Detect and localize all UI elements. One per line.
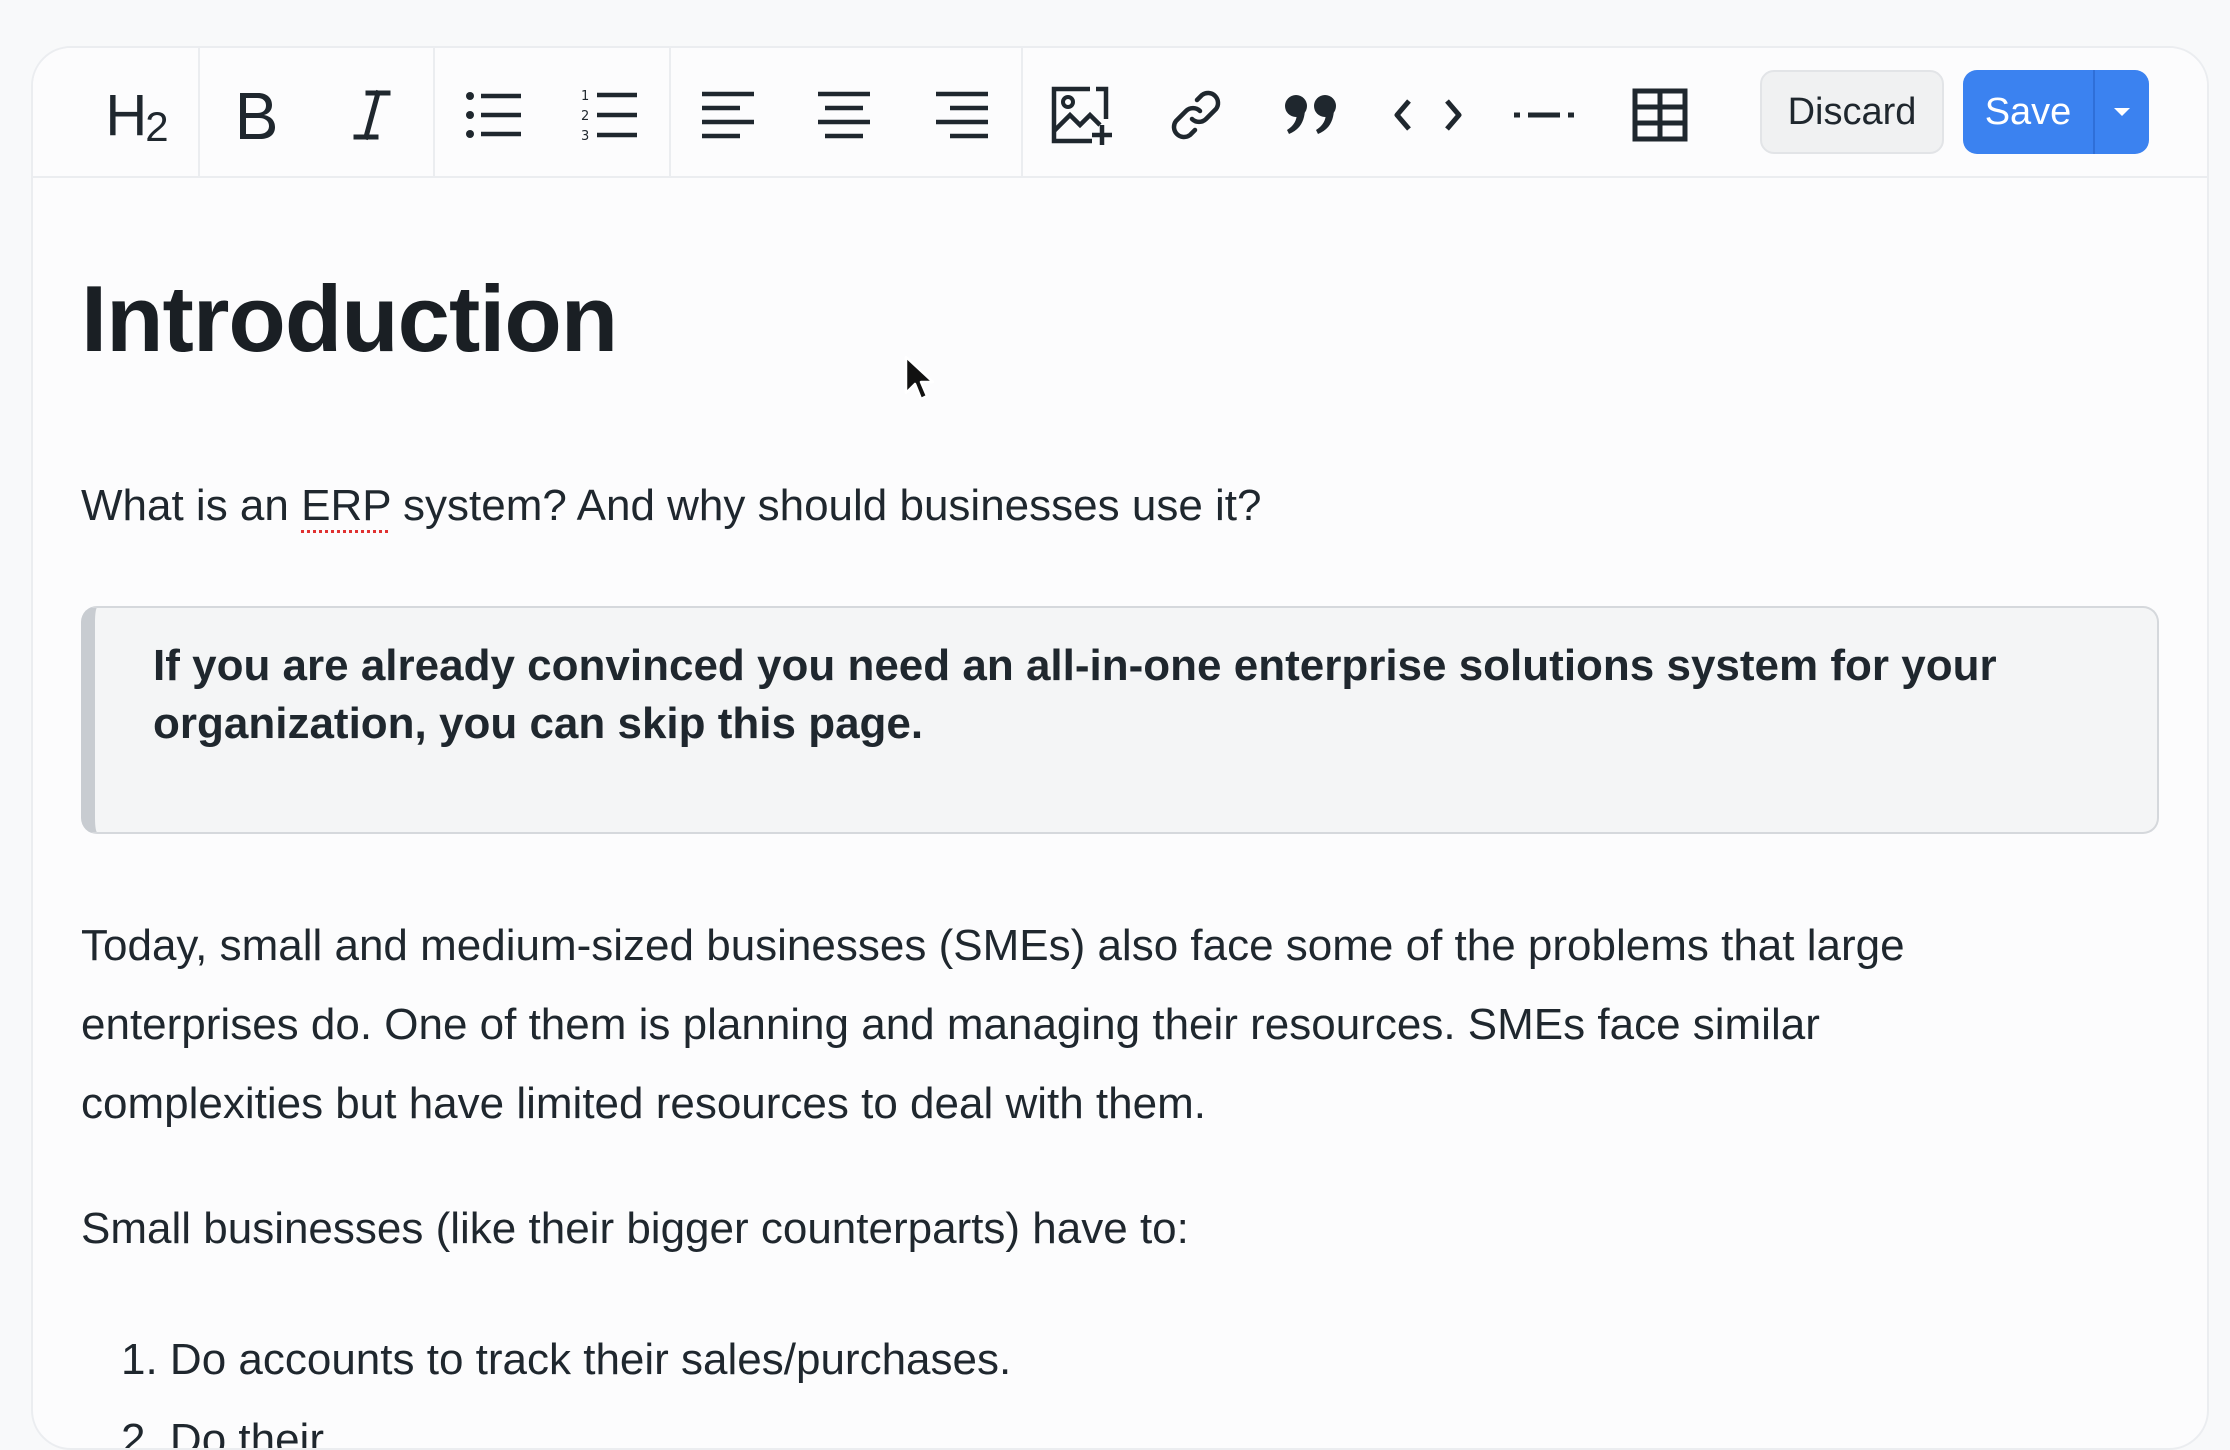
numbered-list-button[interactable]: 1 2 3 — [567, 72, 653, 158]
discard-button[interactable]: Discard — [1760, 70, 1944, 154]
insert-image-icon — [1051, 86, 1112, 145]
toolbar: H2 1 2 3 Discard Save — [33, 48, 2207, 178]
svg-text:3: 3 — [581, 129, 589, 143]
horizontal-rule-button[interactable] — [1501, 72, 1587, 158]
page-title[interactable]: Introduction — [81, 272, 618, 366]
code-icon — [1394, 99, 1462, 131]
spellcheck-word[interactable]: ERP — [301, 481, 391, 530]
align-center-button[interactable] — [801, 72, 887, 158]
callout-block[interactable]: If you are already convinced you need an… — [81, 606, 2159, 834]
horizontal-rule-icon — [1514, 112, 1574, 118]
quote-icon — [1285, 95, 1336, 134]
save-button[interactable]: Save — [1963, 70, 2093, 154]
bold-button[interactable] — [213, 72, 299, 158]
editor: H2 1 2 3 Discard Save Introduction What … — [31, 46, 2209, 1450]
list-item[interactable]: 2. Do their — [121, 1418, 324, 1449]
caret-down-icon — [2114, 108, 2130, 116]
link-icon — [1171, 90, 1221, 140]
italic-button[interactable] — [329, 72, 415, 158]
body-paragraph-line[interactable]: Today, small and medium-sized businesses… — [81, 906, 1905, 985]
insert-table-button[interactable] — [1617, 72, 1703, 158]
italic-icon — [353, 89, 391, 141]
intro-paragraph[interactable]: What is an ERP system? And why should bu… — [81, 466, 1261, 545]
small-business-paragraph[interactable]: Small businesses (like their bigger coun… — [81, 1189, 1189, 1268]
align-center-icon — [818, 91, 870, 139]
bold-icon — [240, 93, 275, 139]
svg-text:1: 1 — [581, 89, 589, 104]
align-right-icon — [936, 91, 988, 139]
numbered-list-icon: 1 2 3 — [581, 89, 637, 143]
table-icon — [1632, 88, 1688, 142]
save-options-dropdown[interactable] — [2095, 70, 2149, 154]
align-left-icon — [702, 91, 754, 139]
heading-icon: H2 — [105, 82, 168, 150]
body-paragraph-line[interactable]: enterprises do. One of them is planning … — [81, 985, 1820, 1064]
toolbar-divider — [198, 48, 200, 176]
link-button[interactable] — [1153, 72, 1239, 158]
heading-button[interactable]: H2 — [93, 72, 179, 158]
body-paragraph-line[interactable]: complexities but have limited resources … — [81, 1064, 1206, 1143]
bullet-list-icon — [466, 92, 521, 138]
toolbar-divider — [669, 48, 671, 176]
blockquote-button[interactable] — [1269, 72, 1355, 158]
list-item[interactable]: 1. Do accounts to track their sales/purc… — [121, 1338, 1011, 1382]
toolbar-divider — [433, 48, 435, 176]
save-button-group: Save — [1963, 70, 2149, 154]
intro-text: system? And why should businesses use it… — [390, 481, 1262, 530]
svg-text:2: 2 — [581, 109, 589, 124]
insert-image-button[interactable] — [1039, 72, 1125, 158]
align-left-button[interactable] — [685, 72, 771, 158]
toolbar-divider — [1021, 48, 1023, 176]
align-right-button[interactable] — [919, 72, 1005, 158]
mouse-cursor-icon — [904, 355, 935, 401]
intro-text: What is an — [81, 481, 302, 530]
code-button[interactable] — [1385, 72, 1471, 158]
bullet-list-button[interactable] — [451, 72, 537, 158]
